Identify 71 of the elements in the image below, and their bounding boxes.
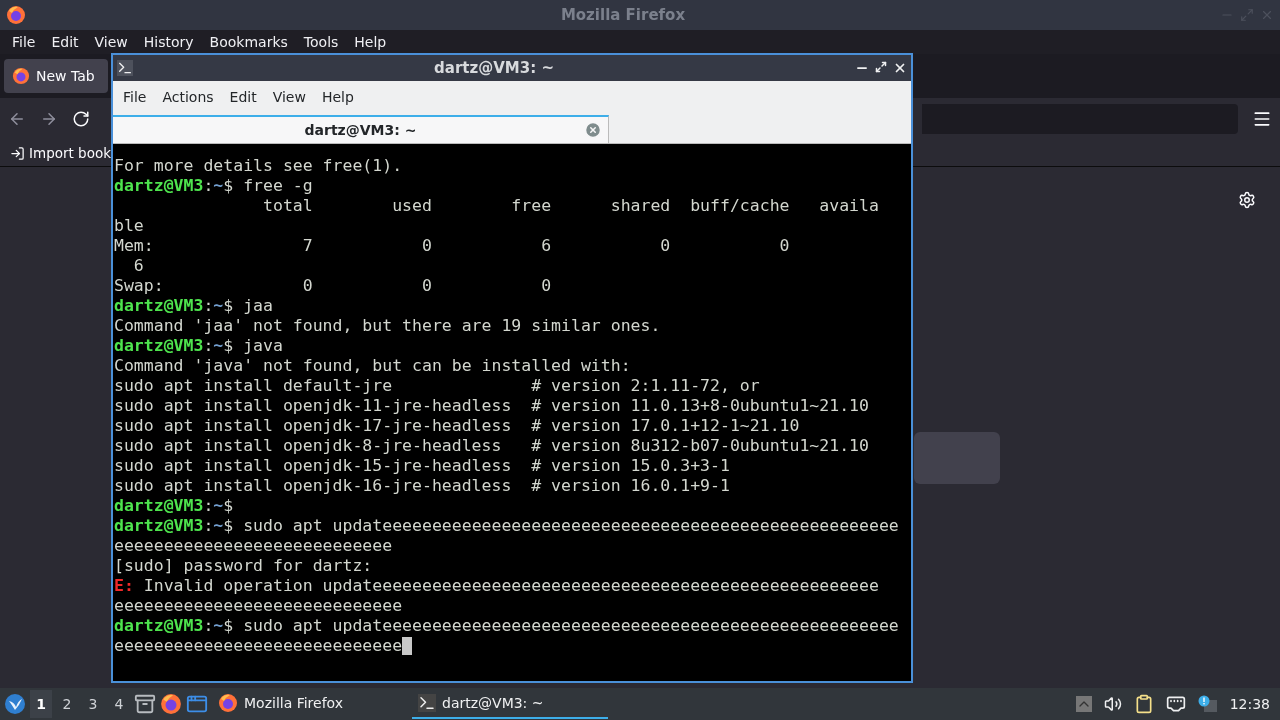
terminal-line: eeeeeeeeeeeeeeeeeeeeeeeeeeeee [114,636,403,656]
terminal-line: Command 'jaa' not found, but there are 19 similar ones. [114,316,661,336]
terminal-line: dartz@VM3:~$ [114,496,234,516]
terminal-line: sudo apt install openjdk-16-jre-headless # version 16.0.1+9-1 [114,476,730,496]
forward-icon[interactable] [40,110,58,128]
terminal-line: dartz@VM3:~$ jaa [114,296,273,316]
terminal-line: dartz@VM3:~$ sudo apt updateeeeeeeeeeeeeeeeeeeeeeeeeeeeeeeeeeeeeeeeeeeeeeeeeeee [114,616,899,636]
terminal-line: sudo apt install openjdk-17-jre-headless # version 17.0.1+12-1~21.10 [114,416,800,436]
menu-item[interactable]: File [115,89,155,105]
file-cabinet-icon[interactable] [134,693,156,715]
terminal-line: Mem: 7 0 6 0 0 [114,236,790,256]
menu-item[interactable]: Bookmarks [201,34,296,50]
terminal-line: ble [114,216,144,236]
window-title: Mozilla Firefox [559,6,687,24]
menu-item[interactable]: View [264,89,314,105]
menu-item[interactable]: File [4,34,44,50]
close-icon[interactable] [893,61,907,75]
terminal-line: sudo apt install openjdk-8-jre-headless # version 8u312-b07-0ubuntu1~21.10 [114,436,869,456]
terminal-line: Command 'java' not found, but can be installed with: [114,356,631,376]
terminal-line: sudo apt install openjdk-11-jre-headless # version 11.0.13+8-0ubuntu1~21.10 [114,396,869,416]
browser-icon [12,67,30,85]
text-cursor [402,637,413,655]
back-icon[interactable] [8,110,26,128]
menu-item[interactable]: Help [313,89,362,105]
terminal-line: dartz@VM3:~$ free -g [114,176,313,196]
volume-icon[interactable] [1103,695,1122,713]
terminal-line: E: Invalid operation updateeeeeeeeeeeeeeeeeeeeeeeeeeeeeeeeeeeeeeeeeeeeeeeeeee [114,576,879,596]
import-icon [10,145,25,161]
desktop-icon[interactable] [186,693,208,715]
notification-icon[interactable] [1197,695,1218,713]
terminal-line: For more details see free(1). [114,156,403,176]
browser-icon [160,693,182,715]
menu-item[interactable]: Actions [154,89,222,105]
workspace-button[interactable]: 1 [30,690,52,718]
bookmark-item[interactable]: Import book [29,145,111,161]
terminal-line: sudo apt install openjdk-15-jre-headless # version 15.0.3+3-1 [114,456,730,476]
terminal-line: eeeeeeeeeeeeeeeeeeeeeeeeeeeee [114,596,403,616]
network-icon[interactable] [1165,694,1186,714]
terminal-line: total used free shared buff/cache availa [262,196,879,216]
window-title: dartz@VM3: ~ [433,59,555,77]
workspace-button[interactable]: 2 [56,690,78,718]
terminal-line: dartz@VM3:~$ java [114,336,283,356]
settings-icon[interactable] [1238,191,1256,209]
terminal-icon [418,694,436,712]
terminal-line: sudo apt install default-jre # version 2:1.11-72, or [114,376,760,396]
menu-item[interactable]: Tools [295,34,347,50]
terminal-line: eeeeeeeeeeeeeeeeeeeeeeeeeeee [114,536,393,556]
menu-item[interactable]: History [135,34,202,50]
workspace-button[interactable]: 3 [82,690,104,718]
menu-item[interactable]: Edit [221,89,265,105]
terminal-line: Swap: 0 0 0 [114,276,552,296]
caret-icon[interactable] [1075,696,1092,712]
reload-icon[interactable] [72,110,90,128]
browser-icon [6,5,26,25]
task-button[interactable]: dartz@VM3: ~ [412,689,608,719]
terminal-line: [sudo] password for dartz: [114,556,373,576]
terminal-tab[interactable]: dartz@VM3: ~ [113,115,609,143]
menu-item[interactable]: Help [346,34,395,50]
maximize-icon[interactable] [875,61,887,73]
menu-item[interactable]: Edit [43,34,87,50]
terminal-line: dartz@VM3:~$ sudo apt updateeeeeeeeeeeeeeeeeeeeeeeeeeeeeeeeeeeeeeeeeeeeeeeeeeee [114,516,899,536]
browser-tab[interactable]: New Tab [4,59,108,93]
browser-icon [218,693,238,713]
task-button[interactable]: Mozilla Firefox [212,689,408,719]
terminal-icon [117,60,133,76]
close-tab-icon[interactable] [584,121,602,139]
terminal-line: 6 [132,256,144,276]
workspace-button[interactable]: 4 [108,690,130,718]
menu-icon[interactable] [1252,109,1272,129]
menu-item[interactable]: View [86,34,136,50]
clock[interactable]: 12:38 [1229,696,1270,712]
